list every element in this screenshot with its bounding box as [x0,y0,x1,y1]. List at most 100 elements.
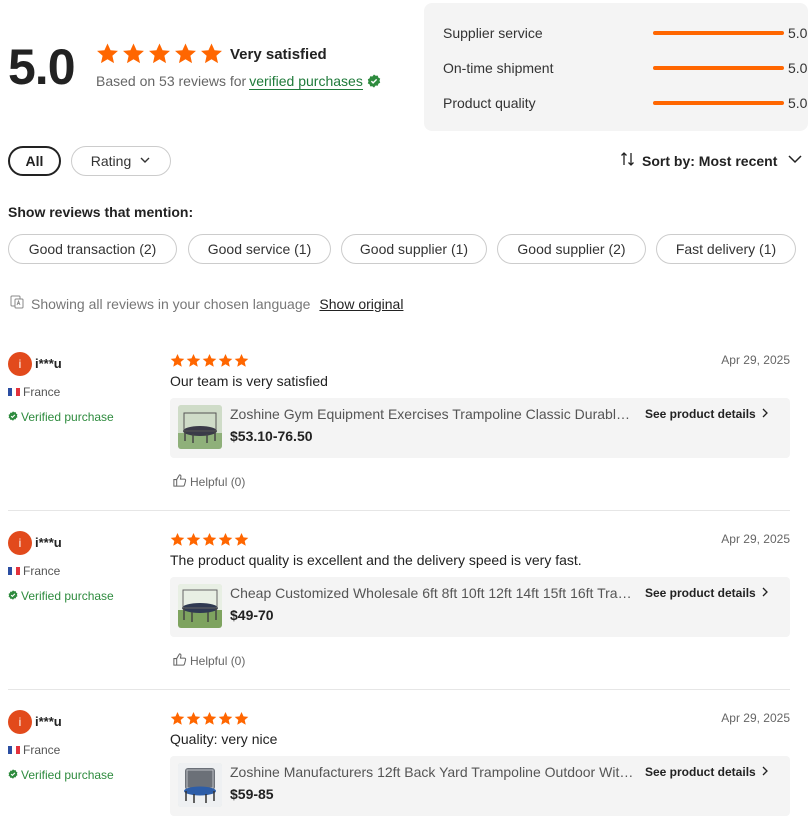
reviewer-name: i***u [35,356,62,371]
reviewer-name: i***u [35,535,62,550]
product-price: $49-70 [230,607,274,623]
product-card[interactable]: Zoshine Manufacturers 12ft Back Yard Tra… [170,756,790,816]
review-star-rating [170,711,249,726]
verified-badge-icon [8,410,18,424]
overall-score: 5.0 [8,39,76,95]
star-icon [149,43,170,64]
review-star-rating [170,353,249,368]
review-item: i i***u France Verified purchase Apr 29,… [8,510,790,688]
chevron-right-icon [761,586,769,600]
star-icon [218,353,233,367]
star-icon [175,43,196,64]
rating-filter-dropdown[interactable]: Rating [71,146,171,176]
product-card[interactable]: Cheap Customized Wholesale 6ft 8ft 10ft … [170,577,790,637]
language-note-text: Showing all reviews in your chosen langu… [31,295,311,312]
rating-filter-label: Rating [90,153,132,169]
review-comment: The product quality is excellent and the… [170,552,582,568]
sort-by-dropdown[interactable]: Sort by: Most recent [620,151,803,170]
review-item: i i***u France Verified purchase Apr 29,… [8,689,790,825]
avatar: i [8,531,32,555]
mention-tag-good-supplier-1[interactable]: Good supplier (1) [341,234,487,264]
rating-row-supplier-service: Supplier service 5.0 [443,23,807,43]
star-icon [218,532,233,546]
verified-badge-icon [8,768,18,782]
product-thumbnail[interactable] [178,584,222,628]
helpful-count: Helpful (0) [190,475,246,489]
product-thumbnail[interactable] [178,405,222,449]
verified-text: Verified purchase [21,768,114,782]
verified-badge-icon [8,589,18,603]
product-name[interactable]: Zoshine Gym Equipment Exercises Trampoli… [230,406,634,422]
reviews-basis: Based on 53 reviews for verified purchase… [96,73,381,91]
show-original-link[interactable]: Show original [319,296,403,312]
verified-purchases-link[interactable]: verified purchases [249,73,363,90]
rating-bar [653,101,784,105]
star-icon [202,532,217,546]
rating-label: Supplier service [443,25,543,41]
star-icon [186,353,201,367]
filter-all-button[interactable]: All [8,146,61,176]
review-date: Apr 29, 2025 [721,353,790,367]
star-icon [234,711,249,725]
helpful-button[interactable]: Helpful (0) [172,473,245,491]
avatar: i [8,710,32,734]
verified-purchase-label: Verified purchase [8,410,114,424]
review-comment: Our team is very satisfied [170,373,328,389]
verified-text: Verified purchase [21,410,114,424]
thumbs-up-icon [172,473,187,491]
rating-bar [653,66,784,70]
chevron-right-icon [761,765,769,779]
see-product-details-link[interactable]: See product details [645,765,769,779]
country-name: France [23,385,61,399]
france-flag-icon [8,567,20,575]
rating-value: 5.0 [788,25,808,41]
star-icon [201,43,222,64]
see-product-details-link[interactable]: See product details [645,407,769,421]
helpful-button[interactable]: Helpful (0) [172,652,245,670]
star-icon [123,43,144,64]
france-flag-icon [8,388,20,396]
rating-value: 5.0 [788,95,808,111]
product-name[interactable]: Cheap Customized Wholesale 6ft 8ft 10ft … [230,585,634,601]
star-icon [218,711,233,725]
rating-breakdown-panel: Supplier service 5.0 On-time shipment 5.… [424,3,808,131]
thumbs-up-icon [172,652,187,670]
star-icon [97,43,118,64]
chevron-down-icon [787,151,803,170]
review-comment: Quality: very nice [170,731,278,747]
reviewer-country: France [8,564,60,578]
star-icon [202,353,217,367]
product-thumbnail[interactable] [178,763,222,807]
reviewer-name: i***u [35,714,62,729]
review-item: i i***u France Verified purchase Apr 29,… [8,331,790,509]
mentions-title: Show reviews that mention: [8,204,194,220]
rating-value: 5.0 [788,60,808,76]
see-product-details-link[interactable]: See product details [645,586,769,600]
review-date: Apr 29, 2025 [721,711,790,725]
star-icon [170,532,185,546]
star-icon [234,353,249,367]
sort-icon [620,151,636,170]
satisfaction-label: Very satisfied [230,46,327,63]
see-details-label: See product details [645,407,756,421]
reviewer-country: France [8,743,60,757]
mention-tag-fast-delivery[interactable]: Fast delivery (1) [656,234,796,264]
avatar: i [8,352,32,376]
product-name[interactable]: Zoshine Manufacturers 12ft Back Yard Tra… [230,764,634,780]
chevron-right-icon [761,407,769,421]
see-details-label: See product details [645,765,756,779]
star-icon [170,711,185,725]
review-divider [8,689,790,690]
rating-label: Product quality [443,95,536,111]
product-card[interactable]: Zoshine Gym Equipment Exercises Trampoli… [170,398,790,458]
verified-purchase-label: Verified purchase [8,768,114,782]
rating-row-on-time-shipment: On-time shipment 5.0 [443,58,807,78]
review-star-rating [170,532,249,547]
mention-tag-good-supplier-2[interactable]: Good supplier (2) [497,234,646,264]
rating-row-product-quality: Product quality 5.0 [443,93,807,113]
reviews-basis-text: Based on 53 reviews for [96,73,247,89]
overall-star-rating [96,42,223,65]
mention-tag-good-transaction[interactable]: Good transaction (2) [8,234,177,264]
mention-tag-good-service[interactable]: Good service (1) [188,234,331,264]
review-date: Apr 29, 2025 [721,532,790,546]
